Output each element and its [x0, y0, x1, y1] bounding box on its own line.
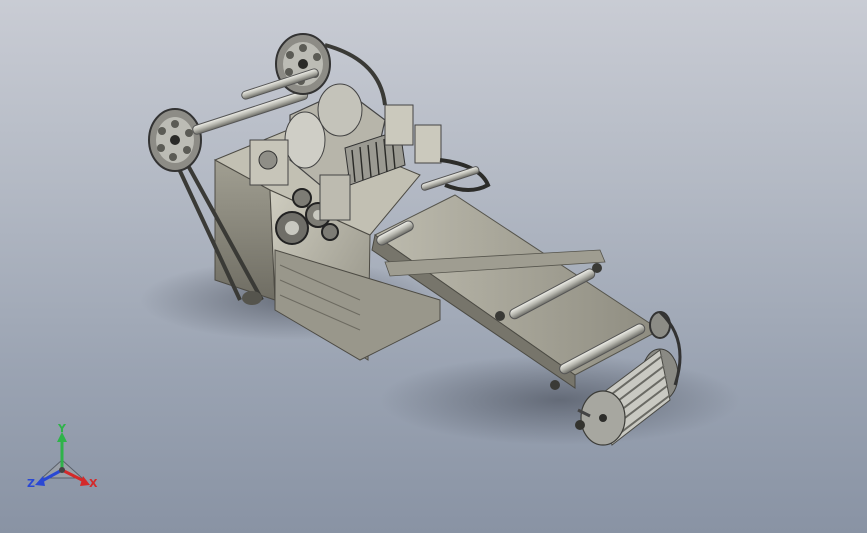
y-axis-label: Y: [57, 422, 67, 435]
drum-bearing: [575, 420, 585, 430]
z-axis-label: Z: [27, 477, 35, 490]
bearing-block-2: [414, 124, 442, 164]
axis-triad: Y X Z: [27, 422, 98, 490]
bearing-block-1: [384, 104, 414, 146]
drum-sprocket: [649, 311, 671, 339]
cad-viewport[interactable]: Y X Z: [0, 0, 867, 533]
bearing-2: [592, 263, 602, 273]
bearing-1: [495, 311, 505, 321]
pulley-left: [148, 108, 202, 172]
x-axis-label: X: [89, 477, 98, 490]
machine-render: Y X Z: [27, 33, 740, 490]
bearing-3: [550, 380, 560, 390]
